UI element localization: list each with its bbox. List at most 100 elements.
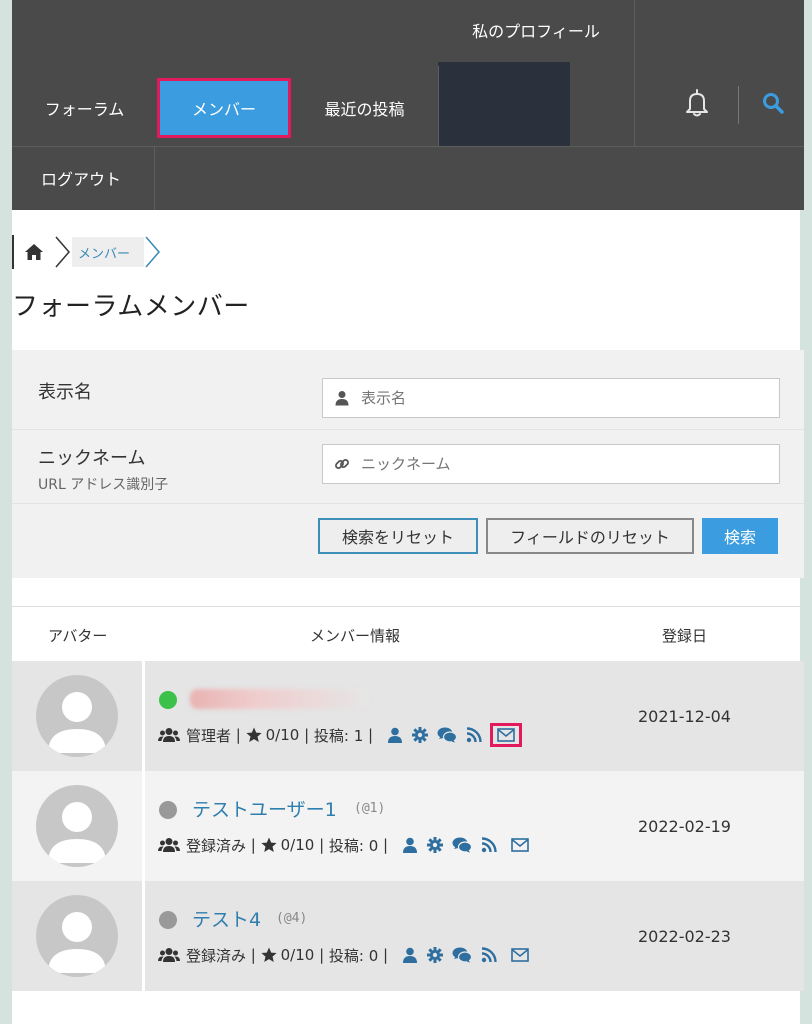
- avatar[interactable]: [36, 895, 118, 977]
- meta-separator: |: [299, 726, 314, 744]
- meta-separator: |: [246, 836, 261, 854]
- user-icon: [335, 391, 349, 406]
- nav-divider: [12, 146, 804, 147]
- member-meta: 登録済み | 0/10 | 投稿: 0 |: [158, 943, 529, 967]
- star-icon: [261, 837, 277, 852]
- display-name-label: 表示名: [38, 382, 92, 403]
- meta-separator: |: [246, 946, 261, 964]
- member-rating: 0/10: [265, 726, 300, 744]
- display-name-row: 表示名: [12, 362, 804, 430]
- registration-date: 2021-12-04: [638, 707, 731, 726]
- rss-icon[interactable]: [481, 837, 497, 853]
- nav-divider: [634, 0, 635, 146]
- meta-separator: |: [231, 726, 246, 744]
- table-row: テスト4 (@4) 登録済み | 0/10 | 投稿: 0 | 2022-02-…: [12, 881, 804, 991]
- envelope-icon[interactable]: [511, 838, 529, 852]
- gear-icon[interactable]: [427, 837, 444, 853]
- default-avatar-icon: [48, 692, 106, 753]
- comments-icon[interactable]: [452, 837, 473, 853]
- online-status-dot: [159, 691, 177, 709]
- table-row: 管理者 | 0/10 | 投稿: 1 | 2021-12-04: [12, 661, 804, 771]
- nav-divider: [738, 86, 739, 124]
- member-meta: 登録済み | 0/10 | 投稿: 0 |: [158, 833, 529, 857]
- gear-icon[interactable]: [412, 727, 429, 743]
- meta-separator: |: [378, 946, 389, 964]
- registration-date: 2022-02-23: [638, 927, 731, 946]
- bell-icon[interactable]: [684, 88, 710, 118]
- comments-icon[interactable]: [452, 947, 473, 963]
- users-icon: [158, 838, 180, 852]
- users-icon: [158, 948, 180, 962]
- nav-recent-posts[interactable]: 最近の投稿: [302, 82, 427, 134]
- search-icon[interactable]: [762, 92, 784, 114]
- meta-separator: |: [314, 836, 329, 854]
- display-name-input[interactable]: [322, 378, 780, 418]
- offline-status-dot: [159, 801, 177, 819]
- row-divider: [142, 771, 145, 881]
- member-handle: (@1): [354, 801, 386, 816]
- star-icon: [261, 947, 277, 962]
- table-row: テストユーザー1 (@1) 登録済み | 0/10 | 投稿: 0 | 2022…: [12, 771, 804, 881]
- member-name-link[interactable]: テスト4: [192, 905, 261, 932]
- page: 私のプロフィール フォーラム メンバー 最近の投稿 ログアウト メンバー フォー…: [12, 0, 804, 1024]
- envelope-icon[interactable]: [511, 948, 529, 962]
- page-title: フォーラムメンバー: [12, 292, 250, 322]
- search-button[interactable]: 検索: [702, 518, 778, 554]
- nav-redacted-item[interactable]: [438, 62, 570, 146]
- profile-icon[interactable]: [387, 727, 403, 743]
- nav-members[interactable]: メンバー: [157, 78, 291, 138]
- gear-icon[interactable]: [427, 947, 444, 963]
- star-icon: [246, 727, 262, 742]
- nav-logout[interactable]: ログアウト: [12, 152, 150, 204]
- nav-my-profile[interactable]: 私のプロフィール: [452, 8, 620, 52]
- meta-separator: |: [363, 726, 374, 744]
- avatar[interactable]: [36, 675, 118, 757]
- row-divider: [142, 661, 145, 771]
- reset-search-button[interactable]: 検索をリセット: [318, 518, 478, 554]
- link-icon: [335, 459, 349, 469]
- users-icon: [158, 728, 180, 742]
- nav-forum[interactable]: フォーラム: [12, 82, 157, 134]
- member-role: 管理者: [186, 726, 232, 745]
- member-handle: (@4): [276, 911, 308, 926]
- message-button-highlighted[interactable]: [490, 723, 523, 747]
- default-avatar-icon: [48, 802, 106, 863]
- avatar[interactable]: [36, 785, 118, 867]
- nickname-input[interactable]: [322, 444, 780, 484]
- member-meta: 管理者 | 0/10 | 投稿: 1 |: [158, 723, 523, 747]
- reset-fields-button[interactable]: フィールドのリセット: [486, 518, 694, 554]
- chevron-right-icon: [55, 236, 70, 268]
- profile-icon[interactable]: [402, 837, 418, 853]
- rss-icon[interactable]: [466, 727, 482, 743]
- default-avatar-icon: [48, 912, 106, 973]
- member-rating: 0/10: [280, 836, 315, 854]
- row-divider: [142, 881, 145, 991]
- member-post-count: 投稿: 0: [328, 836, 379, 855]
- registration-date: 2022-02-19: [638, 817, 731, 836]
- breadcrumb: メンバー: [12, 234, 162, 270]
- home-icon[interactable]: [24, 243, 44, 261]
- member-name-redacted[interactable]: [190, 689, 370, 709]
- member-table: アバター メンバー情報 登録日 管理者 | 0/10 | 投稿: 1 | 202…: [12, 606, 804, 996]
- member-name-link[interactable]: テストユーザー1: [192, 795, 337, 822]
- nickname-row: ニックネーム URL アドレス識別子: [12, 432, 804, 504]
- profile-icon[interactable]: [402, 947, 418, 963]
- envelope-icon: [497, 728, 515, 742]
- breadcrumb-members-link[interactable]: メンバー: [72, 237, 145, 267]
- member-role: 登録済み: [186, 836, 247, 855]
- comments-icon[interactable]: [437, 727, 458, 743]
- nav-divider: [438, 66, 439, 146]
- member-post-count: 投稿: 1: [313, 726, 364, 745]
- breadcrumb-bar: [12, 235, 14, 269]
- chevron-right-icon: [145, 236, 161, 268]
- member-rating: 0/10: [280, 946, 315, 964]
- meta-separator: |: [314, 946, 329, 964]
- column-header-registered: 登録日: [662, 627, 708, 645]
- nickname-sublabel: URL アドレス識別子: [38, 477, 169, 493]
- rss-icon[interactable]: [481, 947, 497, 963]
- column-header-member-info: メンバー情報: [310, 627, 401, 645]
- column-header-avatar: アバター: [48, 627, 108, 645]
- nickname-label: ニックネーム: [38, 448, 146, 469]
- nav-divider: [154, 146, 155, 210]
- top-navbar: 私のプロフィール フォーラム メンバー 最近の投稿 ログアウト: [12, 0, 804, 210]
